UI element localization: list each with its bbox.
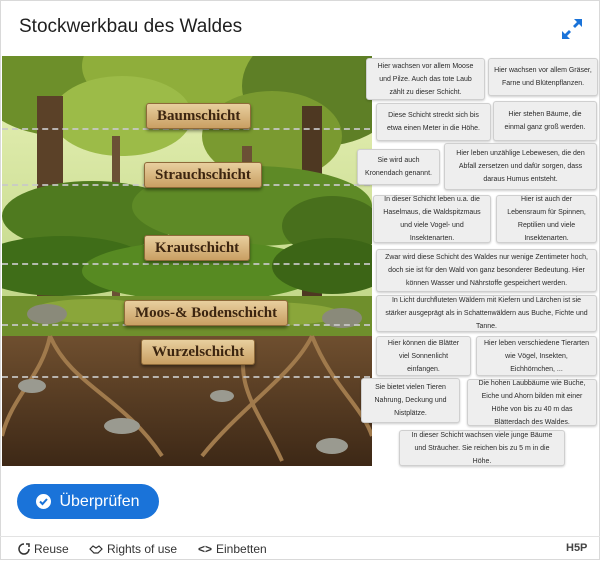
- fullscreen-icon[interactable]: [560, 17, 584, 41]
- page-title: Stockwerkbau des Waldes: [19, 16, 243, 37]
- draggable-card[interactable]: Hier wachsen vor allem Moose und Pilze. …: [366, 58, 485, 100]
- draggable-card[interactable]: Hier ist auch der Lebensraum für Spinnen…: [496, 195, 597, 243]
- rights-link[interactable]: Rights of use: [89, 542, 177, 556]
- reuse-icon: [18, 543, 30, 555]
- drop-zone-herb[interactable]: [2, 263, 370, 265]
- embed-label: Einbetten: [216, 542, 267, 556]
- draggable-card[interactable]: Hier leben verschiedene Tierarten wie Vö…: [476, 336, 597, 376]
- reuse-label: Reuse: [34, 542, 69, 556]
- layer-label-strauchschicht: Strauchschicht: [144, 162, 262, 188]
- draggable-card[interactable]: Hier wachsen vor allem Gräser, Farne und…: [488, 58, 598, 96]
- draggable-card[interactable]: Hier können die Blätter viel Sonnenlicht…: [376, 336, 471, 376]
- draggable-card[interactable]: Die hohen Laubbäume wie Buche, Eiche und…: [467, 379, 597, 426]
- rights-label: Rights of use: [107, 542, 178, 556]
- forest-illustration: Baumschicht Strauchschicht Krautschicht …: [2, 56, 372, 466]
- draggable-card[interactable]: Sie wird auch Kronendach genannt.: [357, 149, 440, 185]
- layer-label-krautschicht: Krautschicht: [144, 235, 251, 261]
- h5p-logo: H5P: [566, 542, 588, 554]
- drop-zone-root[interactable]: [2, 376, 370, 378]
- draggable-card[interactable]: In dieser Schicht leben u.a. die Haselma…: [373, 195, 491, 243]
- layer-label-wurzelschicht: Wurzelschicht: [141, 339, 256, 365]
- layer-label-baumschicht: Baumschicht: [146, 103, 252, 129]
- draggable-card[interactable]: In dieser Schicht wachsen viele junge Bä…: [399, 430, 565, 466]
- check-button[interactable]: Überprüfen: [17, 484, 159, 519]
- layer-label-moos-bodenschicht: Moos-& Bodenschicht: [124, 300, 289, 326]
- draggable-card[interactable]: Hier stehen Bäume, die einmal ganz groß …: [493, 101, 597, 141]
- reuse-link[interactable]: Reuse: [18, 542, 69, 556]
- header: Stockwerkbau des Waldes: [0, 0, 600, 55]
- handshake-icon: [89, 545, 103, 554]
- footer: Reuse Rights of use <> Einbetten H5P: [0, 536, 600, 561]
- draggable-card[interactable]: In Licht durchfluteten Wäldern mit Kiefe…: [376, 295, 597, 332]
- draggable-card[interactable]: Diese Schicht streckt sich bis etwa eine…: [376, 103, 491, 141]
- check-icon: [36, 494, 52, 509]
- code-icon: <>: [198, 542, 213, 556]
- draggable-card[interactable]: Zwar wird diese Schicht des Waldes nur w…: [376, 249, 597, 292]
- embed-link[interactable]: <> Einbetten: [198, 542, 267, 556]
- draggable-card[interactable]: Hier leben unzählige Lebewesen, die den …: [444, 143, 597, 190]
- draggable-card[interactable]: Sie bietet vielen Tieren Nahrung, Deckun…: [361, 378, 460, 423]
- check-button-label: Überprüfen: [59, 492, 140, 510]
